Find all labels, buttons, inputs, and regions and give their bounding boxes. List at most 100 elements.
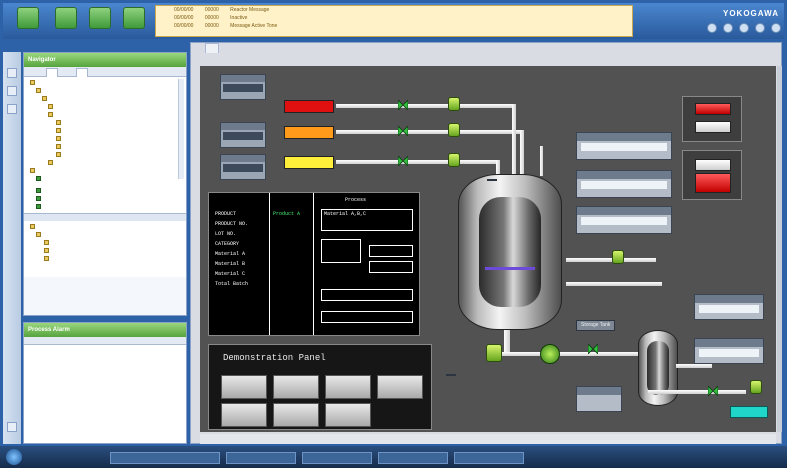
demo-button[interactable]	[325, 403, 371, 427]
material-tag-box[interactable]	[220, 74, 266, 100]
reactor-vessel[interactable]	[458, 174, 562, 330]
tree-node[interactable]	[36, 203, 43, 211]
tree-node[interactable]	[36, 187, 43, 195]
tree-node[interactable]	[48, 159, 55, 167]
process-tag-box[interactable]	[576, 206, 672, 234]
storage-action-button[interactable]	[730, 406, 768, 418]
alarm-list-row[interactable]	[24, 436, 186, 443]
alarm-list-row[interactable]	[24, 429, 186, 436]
demo-button[interactable]	[221, 375, 267, 399]
process-step[interactable]	[369, 245, 413, 257]
alarm-banner-row[interactable]: 00/00/00 00000 Inactive	[156, 14, 632, 22]
alarm-list-row[interactable]	[24, 352, 186, 359]
material-tag-box[interactable]	[220, 122, 266, 148]
alarm-list-row[interactable]	[24, 401, 186, 408]
valve-icon[interactable]	[708, 386, 718, 396]
process-step[interactable]	[321, 311, 413, 323]
storage-tag-box[interactable]	[694, 294, 764, 320]
tool-icon[interactable]	[7, 104, 17, 114]
control-valve-icon[interactable]	[448, 153, 460, 167]
valve-icon[interactable]	[398, 100, 408, 110]
pump-icon[interactable]	[540, 344, 560, 364]
material-b-button[interactable]	[284, 126, 334, 139]
alarm-list-row[interactable]	[24, 345, 186, 352]
taskbar-item[interactable]	[226, 452, 296, 464]
toolbar-button-2[interactable]	[55, 7, 77, 29]
material-c-button[interactable]	[284, 156, 334, 169]
tree-node[interactable]	[36, 87, 43, 95]
window-control-icon[interactable]	[755, 23, 765, 33]
storage-tank[interactable]	[638, 330, 678, 406]
toolbar-button-1[interactable]	[17, 7, 39, 29]
alarm-list-row[interactable]	[24, 373, 186, 380]
tree-node[interactable]	[44, 247, 51, 255]
control-valve-icon[interactable]	[448, 123, 460, 137]
outlet-valve-icon[interactable]	[486, 344, 502, 362]
tool-icon[interactable]	[7, 68, 17, 78]
tree-node[interactable]	[56, 119, 63, 127]
process-tag-box[interactable]	[576, 132, 672, 160]
toolbar-button-3[interactable]	[89, 7, 111, 29]
small-tag-box[interactable]	[576, 386, 622, 412]
control-valve-icon[interactable]	[750, 380, 762, 394]
navigator-tab[interactable]	[46, 68, 58, 77]
alarm-list-row[interactable]	[24, 387, 186, 394]
process-step[interactable]	[369, 261, 413, 273]
window-control-icon[interactable]	[707, 23, 717, 33]
tree-node[interactable]	[30, 79, 37, 87]
taskbar-item[interactable]	[378, 452, 448, 464]
tree-node[interactable]	[56, 151, 63, 159]
tree-node[interactable]	[48, 103, 55, 111]
tree-node[interactable]	[36, 195, 43, 203]
valve-icon[interactable]	[398, 156, 408, 166]
storage-tag-box[interactable]	[694, 338, 764, 364]
tree-node[interactable]	[30, 223, 37, 231]
taskbar-item[interactable]	[454, 452, 524, 464]
material-tag-box[interactable]	[220, 154, 266, 180]
tree-node[interactable]	[56, 135, 63, 143]
toolbar-button-4[interactable]	[123, 7, 145, 29]
alarm-list-row[interactable]	[24, 366, 186, 373]
alarm-lamp[interactable]	[695, 173, 731, 193]
navigator-tab[interactable]	[76, 68, 88, 77]
process-step[interactable]	[321, 239, 361, 263]
alarm-reset-button[interactable]	[695, 159, 731, 171]
alarm-list-row[interactable]	[24, 380, 186, 387]
alarm-list-row[interactable]	[24, 359, 186, 366]
alarm-list-row[interactable]	[24, 408, 186, 415]
tree-node[interactable]	[44, 255, 51, 263]
start-button-icon[interactable]	[6, 449, 22, 465]
alarm-acknowledge-button[interactable]	[695, 121, 731, 133]
tree-node[interactable]	[56, 127, 63, 135]
demo-button[interactable]	[273, 375, 319, 399]
demo-button[interactable]	[273, 403, 319, 427]
valve-icon[interactable]	[588, 344, 598, 354]
window-control-icon[interactable]	[739, 23, 749, 33]
demo-button[interactable]	[377, 375, 423, 399]
window-control-icon[interactable]	[771, 23, 781, 33]
tree-node[interactable]	[56, 143, 63, 151]
tree-node[interactable]	[36, 175, 43, 183]
tree-node[interactable]	[48, 111, 55, 119]
tree-node[interactable]	[44, 239, 51, 247]
tree-node[interactable]	[42, 95, 49, 103]
control-valve-icon[interactable]	[448, 97, 460, 111]
tool-icon[interactable]	[7, 86, 17, 96]
demo-button[interactable]	[325, 375, 371, 399]
navigator-scrollbar[interactable]	[178, 79, 184, 179]
process-step[interactable]	[321, 289, 413, 301]
graphic-scrollbar[interactable]	[777, 66, 782, 432]
alarm-list-row[interactable]	[24, 415, 186, 422]
tree-node[interactable]	[30, 167, 37, 175]
alarm-lamp[interactable]	[695, 103, 731, 115]
process-step[interactable]: Material A,B,C	[321, 209, 413, 231]
window-control-icon[interactable]	[723, 23, 733, 33]
process-tag-box[interactable]	[576, 170, 672, 198]
graphic-window-tab[interactable]	[205, 43, 219, 53]
alarm-banner[interactable]: 00/00/00 00000 Reactor Message 00/00/00 …	[155, 5, 633, 37]
tree-node[interactable]	[36, 231, 43, 239]
tool-icon[interactable]	[7, 422, 17, 432]
taskbar-item[interactable]	[302, 452, 372, 464]
alarm-banner-row[interactable]: 00/00/00 00000 Message Active Tone	[156, 22, 632, 30]
alarm-list-row[interactable]	[24, 422, 186, 429]
